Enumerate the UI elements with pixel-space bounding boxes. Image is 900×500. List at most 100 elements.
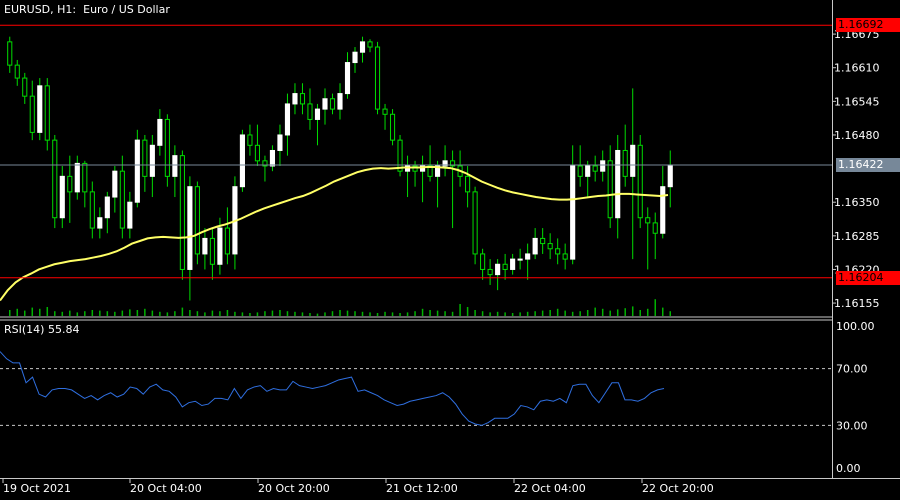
candle-body: [389, 113, 396, 141]
candle-body: [119, 170, 125, 229]
candles: [7, 36, 673, 301]
candle-body: [382, 108, 388, 115]
candle-body: [555, 248, 561, 255]
candle-body: [329, 98, 336, 110]
candle-body: [202, 237, 208, 255]
candle-body: [14, 64, 20, 79]
candle-body: [172, 155, 178, 177]
candle-body: [134, 139, 140, 203]
candle-body: [592, 165, 598, 172]
candle-body: [164, 118, 170, 177]
candle-body: [22, 77, 28, 97]
candle-body: [67, 175, 73, 193]
candle-body: [570, 165, 576, 260]
candle-body: [314, 108, 321, 120]
candle-body: [525, 253, 531, 260]
candle-body: [179, 155, 185, 270]
candle-body: [585, 165, 591, 177]
chart-header: EURUSD, H1: Euro / US Dollar: [4, 3, 170, 16]
candle-body: [97, 217, 103, 229]
candle-body: [517, 258, 523, 261]
time-label: 21 Oct 12:00: [386, 482, 458, 495]
candle-body: [37, 85, 43, 133]
candle-body: [209, 237, 215, 265]
candle-body: [540, 237, 546, 245]
candle-body: [367, 41, 373, 48]
candle-body: [157, 118, 163, 146]
candle-body: [322, 98, 328, 110]
candle-body: [397, 139, 403, 172]
candle-body: [149, 144, 155, 177]
candle-body: [29, 95, 35, 133]
rsi-level-label: 30.00: [836, 419, 868, 432]
candle-body: [307, 103, 313, 120]
price-label: 1.16545: [834, 95, 880, 108]
candle-body: [615, 149, 621, 219]
candle-body: [292, 93, 298, 105]
candle-body: [374, 46, 381, 110]
candle-body: [284, 103, 291, 136]
volume-bars: [9, 299, 671, 316]
candle-body: [465, 175, 471, 193]
time-label: 20 Oct 20:00: [258, 482, 330, 495]
rsi-level-label: 0.00: [836, 462, 861, 475]
candle-body: [622, 149, 628, 177]
current-price-badge: 1.16422: [836, 157, 900, 172]
candle-body: [89, 191, 95, 229]
candle-body: [142, 139, 148, 177]
candle-body: [7, 41, 13, 66]
candle-body: [112, 170, 118, 198]
candle-body: [127, 201, 133, 229]
candle-body: [652, 222, 658, 234]
candle-body: [645, 217, 651, 224]
hline-top-price-badge[interactable]: 1.16692: [836, 18, 900, 33]
candle-body: [337, 93, 343, 110]
candle-body: [217, 227, 223, 265]
candle-body: [254, 144, 261, 162]
candle-body: [472, 191, 478, 255]
candle-body: [487, 268, 493, 276]
candle-body: [547, 243, 553, 250]
candle-body: [562, 253, 568, 260]
trading-terminal-window[interactable]: 1.16675 1.16610 1.16545 1.16480 1.16350 1.162…: [0, 0, 900, 500]
hline-bottom-price-badge[interactable]: 1.16204: [836, 270, 900, 285]
candle-body: [667, 164, 673, 188]
time-axis-labels: 19 Oct 2021 20 Oct 04:00 20 Oct 20:00 21 Oc…: [2, 478, 714, 495]
symbol-description: Euro / US Dollar: [83, 3, 170, 16]
candle-body: [637, 144, 643, 219]
price-label: 1.16480: [834, 129, 880, 142]
candle-body: [104, 196, 110, 219]
rsi-line: [0, 351, 665, 426]
candle-body: [495, 263, 501, 276]
time-label: 22 Oct 04:00: [514, 482, 586, 495]
candle-body: [359, 41, 366, 53]
symbol-timeframe: EURUSD, H1:: [4, 3, 77, 16]
candle-body: [82, 162, 88, 193]
candle-body: [352, 51, 358, 64]
candle-body: [510, 258, 516, 270]
candle-body: [59, 175, 65, 219]
price-label: 1.16610: [834, 62, 880, 75]
candle-body: [630, 144, 636, 177]
rsi-level-label: 100.00: [836, 320, 875, 333]
candle-body: [44, 85, 50, 141]
time-label: 20 Oct 04:00: [130, 482, 202, 495]
time-label: 22 Oct 20:00: [642, 482, 714, 495]
candle-body: [224, 227, 230, 255]
candle-body: [607, 160, 613, 219]
rsi-axis-labels: 100.00 70.00 30.00 0.00: [836, 320, 875, 475]
candle-body: [532, 237, 538, 255]
candle-body: [480, 253, 486, 270]
price-chart[interactable]: 1.166751.166101.165451.164801.163501.162…: [0, 0, 900, 500]
candle-body: [269, 149, 276, 167]
candle-body: [52, 139, 58, 219]
price-label: 1.16155: [834, 297, 880, 310]
candle-body: [239, 134, 245, 188]
candle-body: [247, 134, 253, 146]
rsi-level-label: 70.00: [836, 363, 868, 376]
candle-body: [74, 162, 80, 193]
candle-body: [502, 263, 508, 270]
time-label: 19 Oct 2021: [3, 482, 71, 495]
candle-body: [194, 186, 200, 255]
candle-body: [277, 134, 283, 151]
